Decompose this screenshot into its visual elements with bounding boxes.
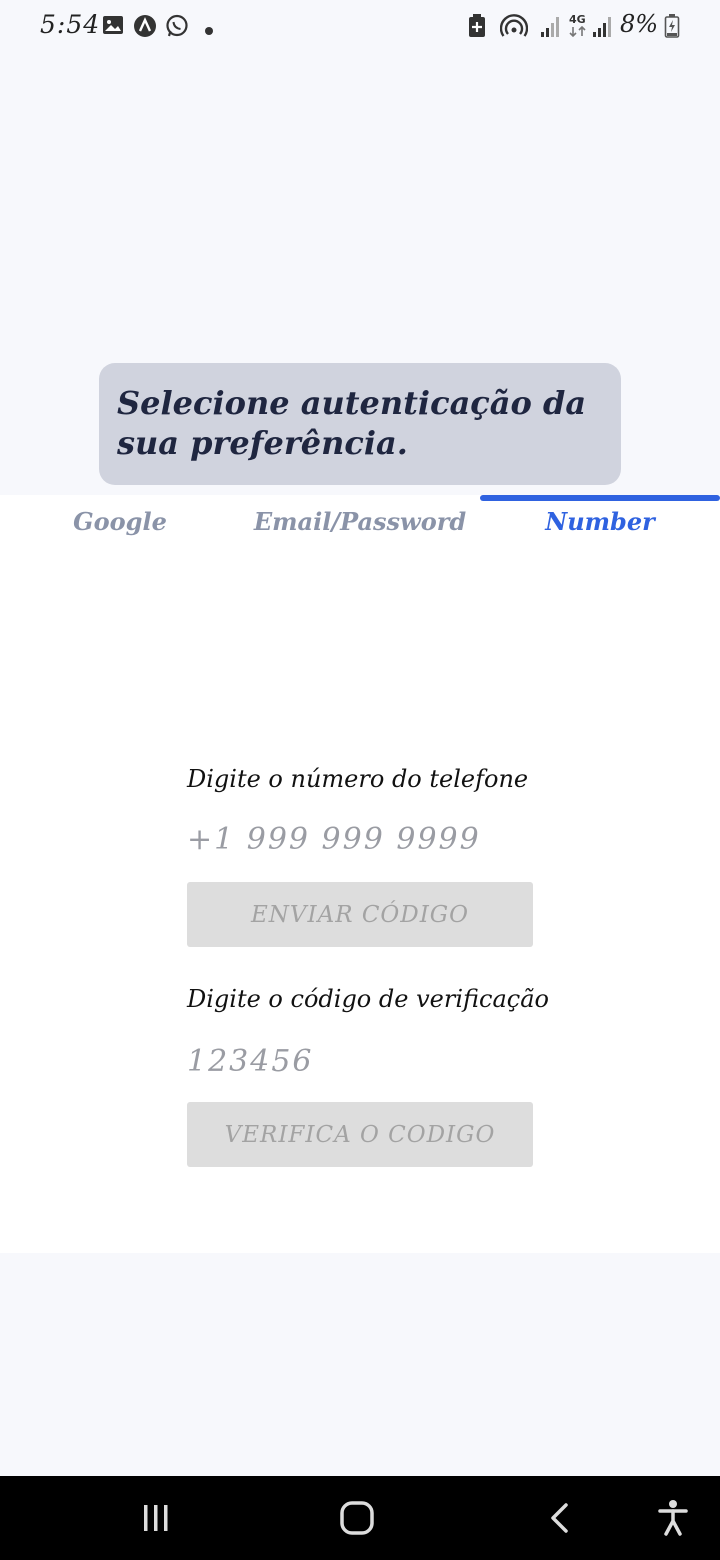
battery-icon: [664, 14, 680, 42]
battery-saver-icon: [468, 14, 486, 42]
signal-icon: [540, 14, 562, 42]
svg-text:4G: 4G: [569, 13, 586, 26]
code-input[interactable]: [187, 1035, 533, 1087]
navigation-bar: [0, 1476, 720, 1560]
tab-number[interactable]: Number: [480, 495, 720, 557]
info-card: Selecione autenticação da sua preferênci…: [99, 363, 621, 485]
battery-percent: 8%: [620, 10, 659, 38]
tab-email-password-label: Email/Password: [253, 507, 467, 536]
home-icon[interactable]: [335, 1496, 379, 1540]
tab-google-label: Google: [73, 507, 167, 536]
auth-tabs: Google Email/Password Number: [0, 495, 720, 557]
status-bar: 5:54 4G 8%: [0, 0, 720, 54]
accessibility-icon[interactable]: [651, 1496, 695, 1540]
dot-icon: [204, 21, 214, 40]
tab-number-label: Number: [545, 507, 655, 536]
recent-apps-icon[interactable]: [134, 1496, 178, 1540]
auth-panel: Google Email/Password Number Digite o nú…: [0, 495, 720, 1253]
tab-email-password[interactable]: Email/Password: [240, 495, 480, 557]
verify-code-button[interactable]: VERIFICA O CODIGO: [187, 1102, 533, 1167]
signal-4g-icon: 4G: [568, 12, 588, 42]
hotspot-icon: [499, 14, 529, 42]
arrow-app-icon: [133, 14, 157, 42]
tab-google[interactable]: Google: [0, 495, 240, 557]
status-time: 5:54: [40, 10, 101, 39]
send-code-button[interactable]: ENVIAR CÓDIGO: [187, 882, 533, 947]
phone-label: Digite o número do telefone: [187, 765, 529, 793]
code-label: Digite o código de verificação: [187, 985, 549, 1013]
send-code-button-label: ENVIAR CÓDIGO: [250, 901, 470, 928]
info-card-text: Selecione autenticação da sua preferênci…: [117, 384, 587, 462]
verify-code-button-label: VERIFICA O CODIGO: [224, 1121, 496, 1148]
gallery-icon: [102, 14, 124, 40]
signal-icon-2: [592, 14, 614, 42]
phone-input[interactable]: [187, 813, 533, 865]
back-icon[interactable]: [538, 1496, 582, 1540]
whatsapp-icon: [165, 14, 189, 42]
tab-active-indicator: [480, 495, 720, 501]
